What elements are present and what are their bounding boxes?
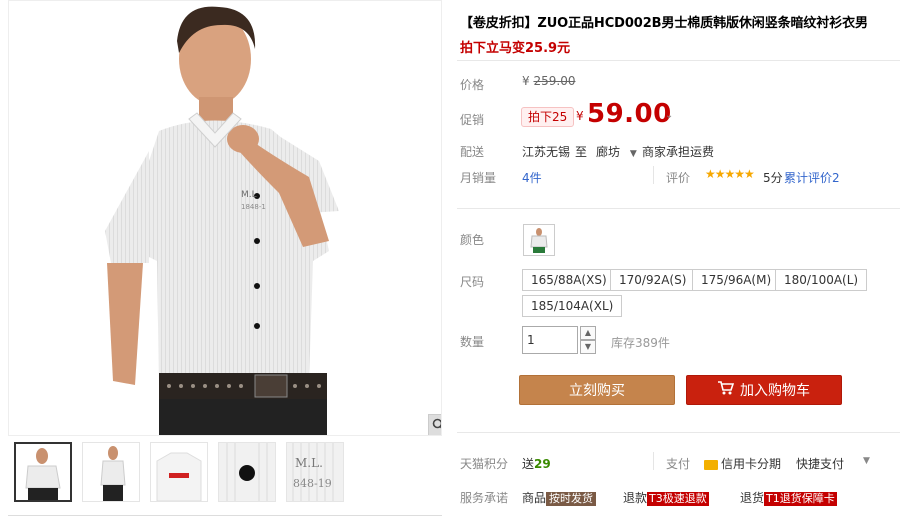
size-option-s[interactable]: 170/92A(S) bbox=[610, 269, 696, 291]
promo-currency: ¥ bbox=[576, 109, 584, 123]
rating-label: 评价 bbox=[666, 171, 691, 185]
thumbnail-5[interactable]: M.L. 848-19 bbox=[286, 442, 344, 502]
points-value: 29 bbox=[534, 457, 551, 471]
size-option-xs[interactable]: 165/88A(XS) bbox=[522, 269, 616, 291]
original-price-value: 259.00 bbox=[533, 74, 576, 88]
svg-text:M.L.: M.L. bbox=[295, 456, 323, 470]
quantity-label: 数量 bbox=[460, 335, 485, 349]
magnifier-icon[interactable] bbox=[428, 414, 441, 435]
quantity-increase-button[interactable]: ▲ bbox=[580, 326, 596, 340]
credit-card-label: 信用卡分期 bbox=[721, 457, 782, 471]
destination-text: 廊坊 bbox=[596, 145, 621, 159]
divider bbox=[457, 432, 900, 433]
size-option-l[interactable]: 180/100A(L) bbox=[775, 269, 868, 291]
payment-label: 支付 bbox=[666, 457, 691, 471]
shipping-fee: 商家承担运费 bbox=[642, 145, 715, 159]
svg-text:848-19: 848-19 bbox=[293, 477, 332, 490]
buy-now-label: 立刻购买 bbox=[569, 383, 625, 399]
svg-text:M.L: M.L bbox=[241, 190, 257, 200]
service-refund-tag: T3极速退款 bbox=[647, 492, 709, 506]
monthly-sales-count: 4件 bbox=[522, 171, 542, 185]
svg-text:1848-1: 1848-1 bbox=[241, 203, 266, 211]
points-prefix: 送 bbox=[522, 457, 535, 471]
color-option-swatch[interactable] bbox=[523, 224, 555, 256]
quantity-decrease-button[interactable]: ▼ bbox=[580, 340, 596, 354]
rating-stars: ★★★★★ bbox=[705, 167, 755, 181]
shipping-origin: 江苏无锡 bbox=[522, 145, 571, 159]
service-refund-prefix: 退款 bbox=[623, 491, 648, 505]
service-shipping-tag: 按时发货 bbox=[546, 492, 597, 506]
tmall-points: 送29 bbox=[522, 455, 551, 472]
model-photo: M.L 1848-1 bbox=[105, 6, 339, 435]
tmall-points-label: 天猫积分 bbox=[460, 457, 509, 471]
divider bbox=[653, 166, 654, 184]
divider bbox=[457, 208, 900, 209]
product-title: 【卷皮折扣】ZUO正品HCD002B男士棉质韩版休闲竖条暗纹衬衫衣男 bbox=[460, 16, 868, 31]
main-product-image[interactable]: M.L 1848-1 bbox=[8, 0, 442, 436]
service-shipping-prefix: 商品 bbox=[522, 491, 547, 505]
thumbnail-strip: M.L. 848-19 bbox=[14, 442, 344, 504]
color-label: 颜色 bbox=[460, 233, 485, 247]
promo-label: 促销 bbox=[460, 113, 485, 127]
service-return-tag: T1退货保障卡 bbox=[764, 492, 837, 506]
currency-symbol: ¥ bbox=[522, 74, 530, 88]
monthly-sales-label: 月销量 bbox=[460, 171, 497, 185]
promo-tag: 拍下25 bbox=[521, 107, 575, 127]
chevron-down-icon[interactable]: ⌄ bbox=[665, 110, 673, 121]
service-shipping[interactable]: 商品 按时发货 bbox=[522, 489, 597, 506]
credit-card-installment[interactable]: 信用卡分期 bbox=[704, 455, 781, 472]
quick-pay[interactable]: 快捷支付 bbox=[796, 455, 844, 472]
promo-subtitle: 拍下立马变25.9元 bbox=[460, 41, 571, 56]
gallery-divider bbox=[8, 515, 442, 516]
buy-now-button[interactable]: 立刻购买 bbox=[519, 375, 675, 405]
service-return-prefix: 退货 bbox=[740, 491, 765, 505]
price-label: 价格 bbox=[460, 78, 485, 92]
service-return[interactable]: 退货 T1退货保障卡 bbox=[740, 489, 837, 506]
shipping-to-word: 至 bbox=[575, 145, 588, 159]
divider bbox=[653, 452, 654, 470]
credit-card-icon bbox=[704, 459, 718, 470]
divider bbox=[457, 60, 900, 61]
stock-text: 库存389件 bbox=[611, 336, 670, 350]
shipping-label: 配送 bbox=[460, 145, 485, 159]
caret-down-icon: ▼ bbox=[629, 149, 637, 159]
service-refund[interactable]: 退款 T3极速退款 bbox=[623, 489, 709, 506]
thumbnail-1[interactable] bbox=[14, 442, 72, 502]
size-option-m[interactable]: 175/96A(M) bbox=[692, 269, 781, 291]
size-label: 尺码 bbox=[460, 275, 485, 289]
rating-score: 5分 bbox=[763, 171, 783, 185]
service-promise-label: 服务承诺 bbox=[460, 491, 509, 505]
chevron-down-icon[interactable]: ▼ bbox=[863, 456, 870, 466]
product-detail-panel: 【卷皮折扣】ZUO正品HCD002B男士棉质韩版休闲竖条暗纹衬衫衣男 拍下立马变… bbox=[457, 0, 900, 517]
cart-icon bbox=[718, 381, 735, 399]
add-to-cart-button[interactable]: 加入购物车 bbox=[686, 375, 842, 405]
thumbnail-4[interactable] bbox=[218, 442, 276, 502]
quantity-input[interactable]: 1 bbox=[522, 326, 578, 354]
promo-price: 59.00 bbox=[587, 99, 672, 129]
review-count-link[interactable]: 累计评价2 bbox=[784, 169, 840, 186]
size-option-xl[interactable]: 185/104A(XL) bbox=[522, 295, 623, 317]
shipping-destination-select[interactable]: 廊坊 ▼ bbox=[596, 143, 637, 160]
add-to-cart-label: 加入购物车 bbox=[740, 383, 810, 399]
original-price: ¥ 259.00 bbox=[522, 74, 575, 88]
thumbnail-3[interactable] bbox=[150, 442, 208, 502]
thumbnail-2[interactable] bbox=[82, 442, 140, 502]
